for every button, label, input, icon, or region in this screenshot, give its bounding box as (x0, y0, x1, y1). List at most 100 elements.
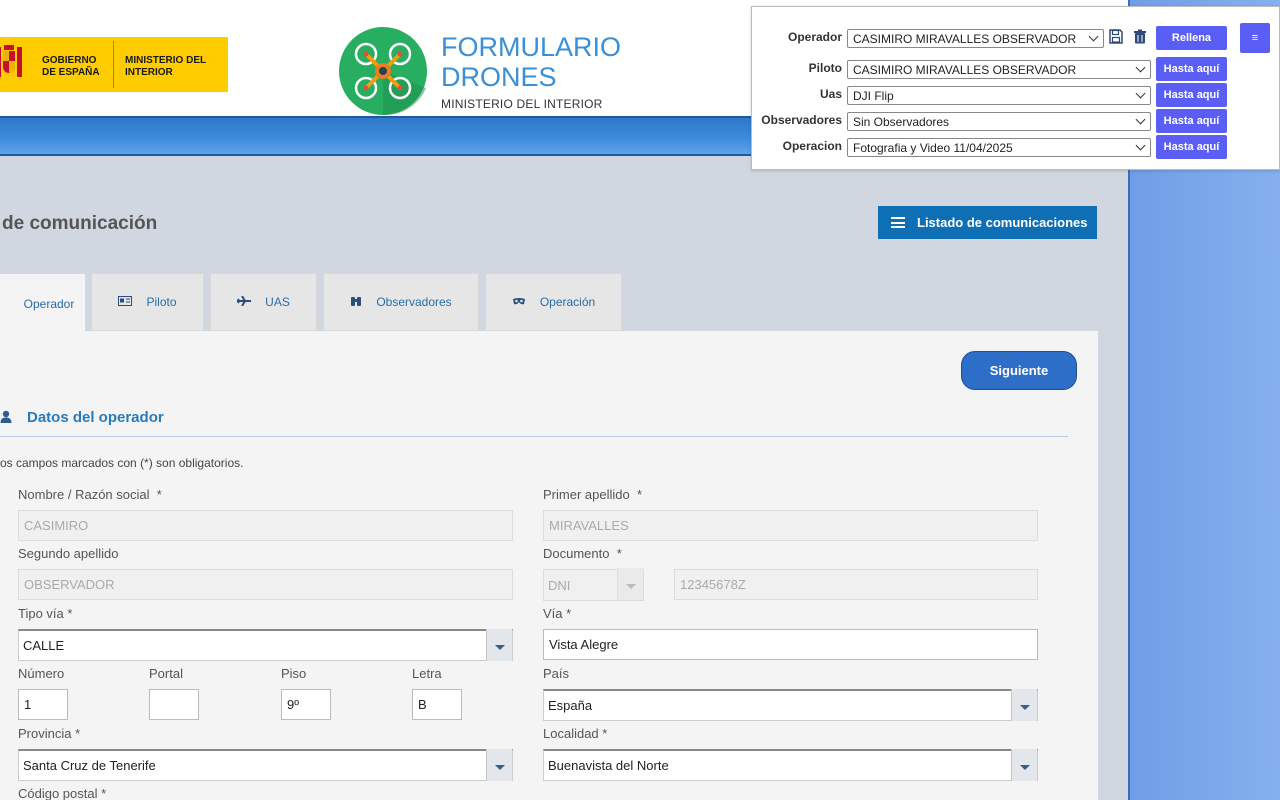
operacion-select[interactable]: Fotografia y Video 11/04/2025 (847, 138, 1151, 157)
select-value: DNI (548, 577, 571, 593)
mask-icon (512, 296, 526, 309)
select-value: Fotografia y Video 11/04/2025 (853, 140, 1013, 155)
documento-type-select[interactable]: DNI (543, 568, 644, 601)
plane-icon (237, 294, 252, 309)
hasta-aqui-observadores-button[interactable]: Hasta aquí (1156, 109, 1227, 133)
piloto-select[interactable]: CASIMIRO MIRAVALLES OBSERVADOR (847, 60, 1151, 79)
tab-label: Observadores (376, 295, 452, 309)
tools-label-operador: Operador (787, 30, 842, 44)
select-value: CASIMIRO MIRAVALLES OBSERVADOR (853, 31, 1077, 46)
portal-field[interactable] (149, 689, 199, 720)
form-panel: Siguiente Datos del operador os campos m… (0, 331, 1098, 800)
nombre-label: Nombre / Razón social * (18, 487, 162, 502)
select-value: CASIMIRO MIRAVALLES OBSERVADOR (853, 62, 1077, 77)
tab-label: Piloto (146, 295, 177, 309)
via-field[interactable]: Vista Alegre (543, 629, 1038, 660)
select-value: Santa Cruz de Tenerife (23, 758, 156, 773)
localidad-label: Localidad * (543, 726, 608, 741)
chevron-down-icon (1135, 114, 1146, 125)
hasta-aqui-piloto-button[interactable]: Hasta aquí (1156, 57, 1227, 81)
numero-field[interactable]: 1 (18, 689, 68, 720)
nombre-field[interactable]: CASIMIRO (18, 510, 513, 541)
select-value: DJI Flip (853, 88, 894, 103)
divider (113, 41, 114, 88)
page-title: de comunicación (2, 213, 158, 234)
tab-label: UAS (265, 295, 290, 309)
gobierno-logo: GOBIERNO DE ESPAÑA MINISTERIO DEL INTERI… (0, 37, 228, 92)
ministry-label: MINISTERIO DEL INTERIOR (125, 55, 206, 78)
id-card-icon (118, 295, 133, 309)
primer-apellido-field[interactable]: MIRAVALLES (543, 510, 1038, 541)
main-content: de comunicación Listado de comunicacione… (0, 156, 1128, 800)
label-text: Documento (543, 546, 610, 561)
tab-uas[interactable]: UAS (210, 273, 317, 331)
tab-label: Operación (539, 295, 596, 309)
select-value: CALLE (23, 638, 65, 653)
portal-label: Portal (149, 666, 183, 681)
gov-label: GOBIERNO DE ESPAÑA (42, 55, 100, 78)
list-communications-button[interactable]: Listado de comunicaciones (878, 206, 1097, 239)
select-value: España (548, 698, 593, 713)
list-icon (891, 217, 905, 228)
pais-select[interactable]: España (543, 689, 1038, 721)
tools-label-piloto: Piloto (808, 61, 842, 75)
chevron-down-icon (1011, 689, 1037, 721)
divider (0, 436, 1068, 437)
tools-label-observadores: Observadores (761, 113, 842, 127)
tipo-via-select[interactable]: CALLE (18, 629, 513, 661)
chevron-down-icon (1135, 88, 1146, 99)
user-icon (0, 410, 12, 426)
trash-icon[interactable] (1133, 29, 1147, 49)
operador-select[interactable]: CASIMIRO MIRAVALLES OBSERVADOR (847, 29, 1104, 48)
pais-label: País (543, 666, 570, 681)
chevron-down-icon (1011, 749, 1037, 781)
piso-field[interactable]: 9º (281, 689, 331, 720)
select-value: Buenavista del Norte (548, 758, 669, 773)
chevron-down-icon (1135, 62, 1146, 73)
letra-field[interactable]: B (412, 689, 462, 720)
next-button[interactable]: Siguiente (961, 351, 1077, 390)
tab-piloto[interactable]: Piloto (91, 273, 204, 331)
menu-button[interactable]: ≡ (1240, 23, 1270, 53)
tools-label-uas: Uas (819, 87, 842, 101)
tools-label-operacion: Operacion (782, 139, 842, 153)
documento-number-field[interactable]: 12345678Z (674, 569, 1038, 600)
list-button-label: Listado de comunicaciones (917, 215, 1088, 230)
tab-label: Operador (23, 296, 75, 311)
provincia-select[interactable]: Santa Cruz de Tenerife (18, 749, 513, 781)
chevron-down-icon (1135, 140, 1146, 151)
brand-subtitle: MINISTERIO DEL INTERIOR (441, 97, 603, 111)
label-text: Primer apellido (543, 487, 630, 502)
save-icon[interactable] (1109, 29, 1123, 49)
required-mark: * (616, 546, 622, 561)
chevron-down-icon (486, 749, 512, 781)
documento-label: Documento * (543, 546, 622, 561)
section-title: Datos del operador (27, 409, 164, 426)
uas-select[interactable]: DJI Flip (847, 86, 1151, 105)
hasta-aqui-uas-button[interactable]: Hasta aquí (1156, 83, 1227, 107)
localidad-select[interactable]: Buenavista del Norte (543, 749, 1038, 781)
observadores-select[interactable]: Sin Observadores (847, 112, 1151, 131)
piso-label: Piso (281, 666, 307, 681)
autofill-panel: Operador CASIMIRO MIRAVALLES OBSERVADOR … (751, 6, 1280, 170)
required-mark: * (636, 487, 642, 502)
hasta-aqui-operacion-button[interactable]: Hasta aquí (1156, 135, 1227, 159)
codigo-postal-label: Código postal * (18, 786, 107, 800)
chevron-down-icon (1088, 31, 1099, 42)
label-text: Nombre / Razón social (18, 487, 150, 502)
primer-apellido-label: Primer apellido * (543, 487, 642, 502)
numero-label: Número (18, 666, 65, 681)
tab-operador[interactable]: Operador (0, 273, 86, 333)
required-mark: * (156, 487, 162, 502)
segundo-apellido-field[interactable]: OBSERVADOR (18, 569, 513, 600)
rellena-button[interactable]: Rellena (1156, 26, 1227, 50)
tab-observadores[interactable]: Observadores (323, 273, 479, 331)
via-label: Vía * (543, 606, 572, 621)
tab-operacion[interactable]: Operación (485, 273, 622, 331)
chevron-down-icon (486, 629, 512, 661)
select-value: Sin Observadores (853, 114, 950, 129)
binoculars-icon (350, 295, 362, 310)
provincia-label: Provincia * (18, 726, 81, 741)
letra-label: Letra (412, 666, 442, 681)
chevron-down-icon (617, 568, 643, 600)
